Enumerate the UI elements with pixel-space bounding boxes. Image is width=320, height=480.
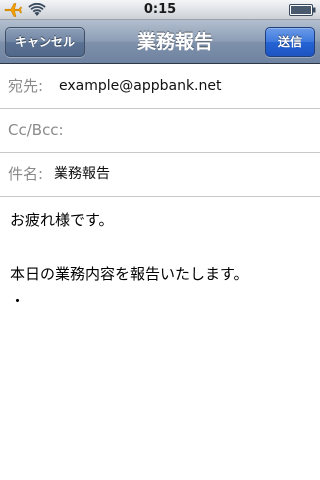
to-field[interactable]: 宛先: example@appbank.net xyxy=(0,65,320,109)
subject-field[interactable]: 件名: 業務報告 xyxy=(0,153,320,197)
cc-bcc-field[interactable]: Cc/Bcc: xyxy=(0,109,320,153)
status-time: 0:15 xyxy=(143,2,177,17)
navigation-bar: キャンセル 業務報告 送信 xyxy=(0,20,320,64)
status-bar: 0:15 xyxy=(0,0,320,20)
to-value[interactable]: example@appbank.net xyxy=(59,65,221,108)
cc-bcc-label: Cc/Bcc: xyxy=(8,121,64,139)
message-body[interactable]: お疲れ様です。 本日の業務内容を報告いたします。 ・ xyxy=(0,197,320,480)
subject-label: 件名: xyxy=(8,165,44,183)
page-title: 業務報告 xyxy=(136,31,213,53)
send-button[interactable]: 送信 xyxy=(265,27,315,57)
cancel-button[interactable]: キャンセル xyxy=(5,27,85,57)
mail-compose-screen: 0:15 キャンセル 業務報告 送信 宛先: example@appbank.n… xyxy=(0,0,320,480)
body-blank-line xyxy=(10,234,310,261)
body-line: 本日の業務内容を報告いたします。 xyxy=(10,265,249,283)
body-line: お疲れ様です。 xyxy=(10,211,114,229)
battery-icon xyxy=(289,4,316,16)
body-line: ・ xyxy=(10,292,26,310)
to-label: 宛先: xyxy=(8,77,44,95)
subject-value[interactable]: 業務報告 xyxy=(54,153,110,196)
